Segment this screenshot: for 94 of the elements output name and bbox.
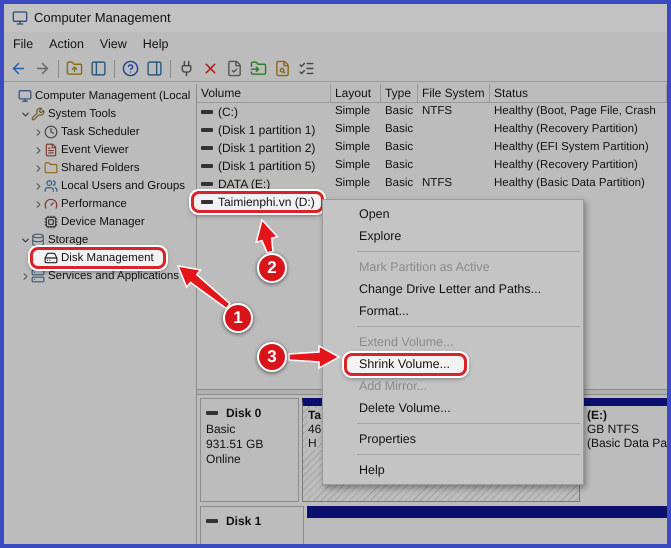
menu-item[interactable]: Help: [142, 34, 168, 54]
menu-item[interactable]: Properties: [344, 432, 416, 446]
volume-icon: [201, 182, 213, 186]
panel-icon[interactable]: [90, 60, 107, 77]
partition-entry[interactable]: (Disk 1 partition 5): [201, 159, 316, 173]
help-icon[interactable]: [122, 60, 139, 77]
menu-item[interactable]: Format...: [344, 304, 410, 318]
table-cell: Healthy (Boot, Page File, Crash: [494, 105, 656, 118]
tree-item[interactable]: Performance: [44, 197, 127, 211]
annotation-arrow: [288, 344, 341, 370]
menu-item[interactable]: Shrink Volume...: [344, 352, 468, 376]
back-arrow-icon[interactable]: [10, 60, 27, 77]
table-cell: Basic: [385, 123, 414, 136]
clock-icon: [44, 125, 58, 139]
volume-icon: [201, 200, 213, 204]
panel-icon[interactable]: [146, 60, 163, 77]
wrench-icon: [31, 107, 45, 121]
volume-icon: [201, 128, 213, 132]
table-cell: Healthy (EFI System Partition): [494, 141, 649, 154]
disk-info-text: Online: [206, 452, 241, 467]
partition-text: (Basic Data Pa: [586, 436, 667, 450]
partition-entry[interactable]: (Disk 1 partition 1): [201, 123, 316, 137]
tree-item[interactable]: Shared Folders: [44, 161, 140, 175]
tree-item[interactable]: Storage: [31, 233, 88, 247]
menu-item[interactable]: Delete Volume...: [344, 400, 451, 416]
computer-icon: [18, 89, 32, 103]
tree-item[interactable]: Services and Applications: [31, 269, 180, 283]
tree-item[interactable]: Local Users and Groups: [44, 179, 186, 193]
table-cell: Simple: [335, 159, 370, 172]
disk-name: Disk 1: [226, 513, 262, 530]
tree-item[interactable]: Event Viewer: [44, 143, 129, 157]
table-cell: NTFS: [422, 105, 452, 118]
partition-text: 46: [308, 422, 322, 436]
users-icon: [44, 179, 58, 193]
column-header[interactable]: Type: [381, 84, 418, 102]
column-header[interactable]: Layout: [331, 84, 381, 102]
column-header[interactable]: File System: [418, 84, 490, 102]
partition-entry[interactable]: Taimienphi.vn (D:): [191, 191, 324, 213]
table-cell: Healthy (Recovery Partition): [494, 159, 638, 172]
partition-entry[interactable]: (Disk 1 partition 2): [201, 141, 316, 155]
menu-item[interactable]: File: [13, 34, 34, 54]
menu-item[interactable]: Explore: [344, 228, 402, 244]
menu-item[interactable]: Open: [344, 206, 390, 222]
partition-text: GB NTFS: [586, 422, 639, 436]
volume-icon: [206, 411, 218, 415]
checked-document-icon[interactable]: [226, 60, 243, 77]
chip-icon: [44, 215, 58, 229]
annotation-arrow: [176, 265, 231, 310]
window-title: Computer Management: [34, 9, 171, 28]
disk-info-text: 931.51 GB: [206, 437, 264, 452]
disk-name: Disk 0: [226, 405, 262, 422]
partition-entry[interactable]: (C:): [201, 105, 238, 119]
table-cell: Healthy (Recovery Partition): [494, 123, 638, 136]
table-cell: Simple: [335, 105, 370, 118]
menu-item[interactable]: Change Drive Letter and Paths...: [344, 282, 542, 296]
forward-arrow-icon[interactable]: [34, 60, 51, 77]
column-header[interactable]: Status: [490, 84, 667, 102]
partition-text: Ta: [308, 408, 322, 422]
volume-icon: [201, 110, 213, 114]
menu-item[interactable]: Help: [344, 462, 385, 478]
gauge-icon: [44, 197, 58, 211]
menu-item[interactable]: Action: [49, 34, 84, 54]
search-icon[interactable]: [274, 60, 291, 77]
table-cell: Simple: [335, 177, 370, 190]
log-icon: [44, 143, 58, 157]
volume-icon: [201, 146, 213, 150]
tree-item[interactable]: System Tools: [31, 107, 116, 121]
table-cell: Healthy (Basic Data Partition): [494, 177, 645, 190]
table-cell: Simple: [335, 141, 370, 154]
column-header[interactable]: Volume: [197, 84, 331, 102]
tree-item[interactable]: Device Manager: [44, 215, 145, 229]
annotation-arrow: [255, 218, 279, 254]
storage-icon: [31, 233, 45, 247]
tree-item[interactable]: Disk Management: [30, 247, 166, 269]
tree-item[interactable]: Task Scheduler: [44, 125, 140, 139]
table-cell: Basic: [385, 177, 414, 190]
table-cell: Simple: [335, 123, 370, 136]
server-icon: [31, 269, 45, 283]
volume-icon: [206, 519, 218, 523]
partition-text: (E:): [586, 408, 607, 422]
table-cell: Basic: [385, 141, 414, 154]
menu-item[interactable]: View: [100, 34, 127, 54]
table-cell: Basic: [385, 105, 414, 118]
folder-arrow-icon[interactable]: [250, 60, 267, 77]
disk-info-text: Basic: [206, 422, 236, 437]
table-cell: Basic: [385, 159, 414, 172]
computer-icon: [12, 10, 28, 26]
tree-item[interactable]: Computer Management (Local: [18, 89, 190, 103]
folder-up-icon[interactable]: [66, 60, 83, 77]
partition-text: H: [308, 436, 317, 450]
table-cell: NTFS: [422, 177, 452, 190]
folder-icon: [44, 161, 58, 175]
volume-icon: [201, 164, 213, 168]
checklist-icon[interactable]: [298, 60, 315, 77]
